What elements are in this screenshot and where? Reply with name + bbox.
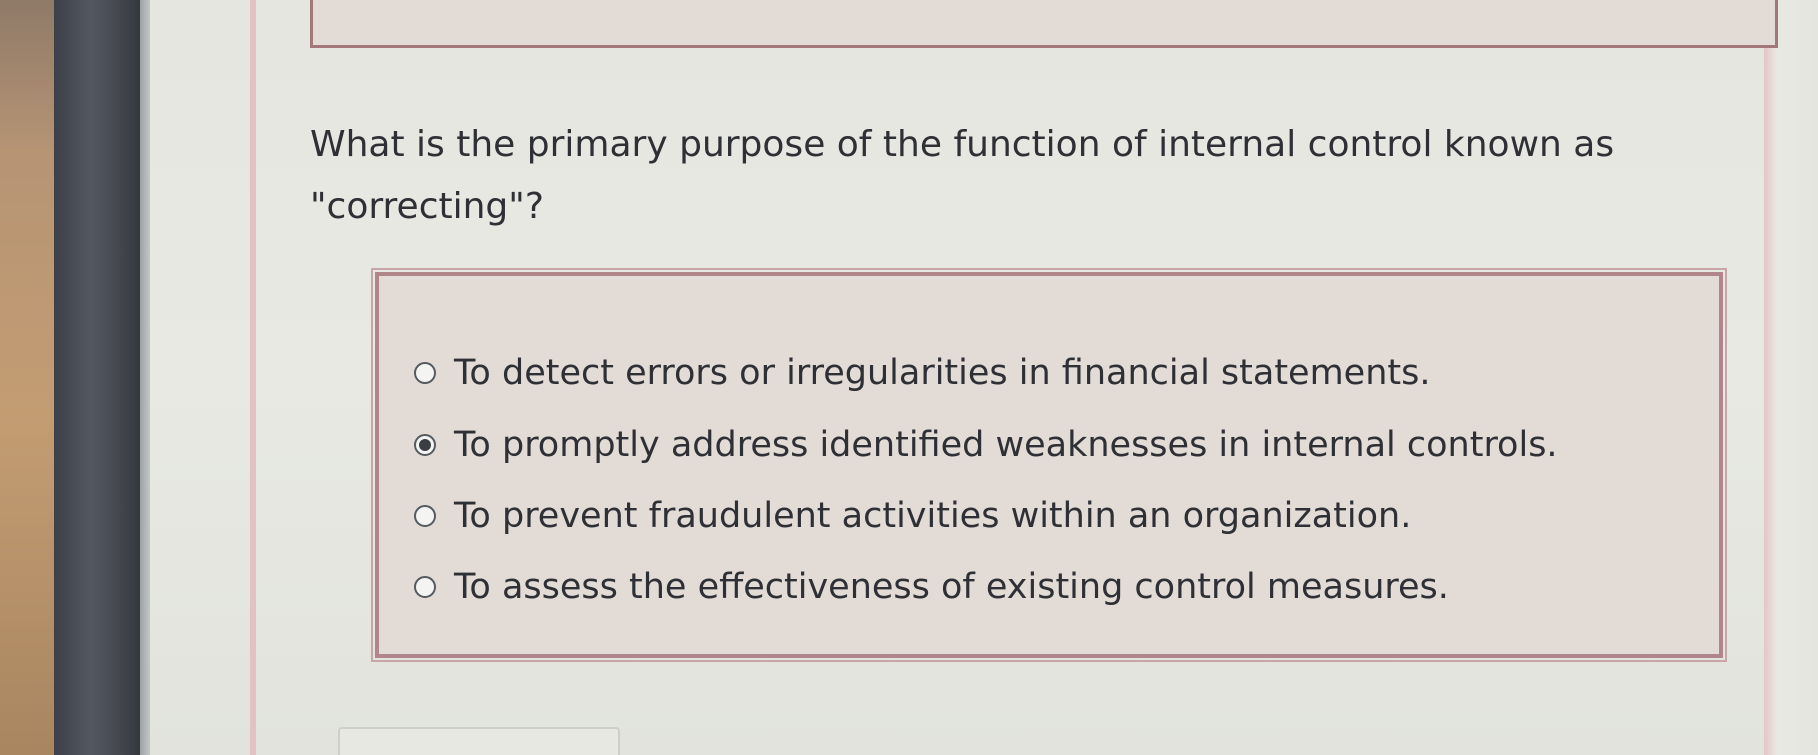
- option-label: To prevent fraudulent activities within …: [454, 496, 1412, 536]
- option-3[interactable]: To prevent fraudulent activities within …: [414, 486, 1411, 546]
- option-label: To assess the effectiveness of existing …: [454, 567, 1449, 607]
- next-button-area[interactable]: [338, 727, 620, 755]
- question-line-1: What is the primary purpose of the funct…: [310, 124, 1615, 165]
- monitor-bezel: [54, 0, 146, 755]
- radio-button-icon[interactable]: [414, 505, 436, 527]
- option-2[interactable]: To promptly address identified weaknesse…: [414, 415, 1558, 475]
- option-label: To promptly address identified weaknesse…: [454, 425, 1558, 465]
- radio-button-icon[interactable]: [414, 362, 436, 384]
- option-label: To detect errors or irregularities in fi…: [454, 353, 1431, 393]
- question-text: What is the primary purpose of the funct…: [310, 114, 1750, 238]
- question-line-2: "correcting"?: [310, 186, 544, 227]
- previous-answer-box: [310, 0, 1778, 48]
- option-1[interactable]: To detect errors or irregularities in fi…: [414, 343, 1430, 403]
- answer-options-box: To detect errors or irregularities in fi…: [371, 268, 1727, 662]
- page-border-left: [250, 0, 256, 755]
- option-4[interactable]: To assess the effectiveness of existing …: [414, 557, 1449, 617]
- desk-background: [0, 0, 60, 755]
- radio-button-icon[interactable]: [414, 576, 436, 598]
- screen: What is the primary purpose of the funct…: [150, 0, 1818, 755]
- page-border-right: [1764, 0, 1818, 755]
- radio-button-selected-icon[interactable]: [414, 434, 436, 456]
